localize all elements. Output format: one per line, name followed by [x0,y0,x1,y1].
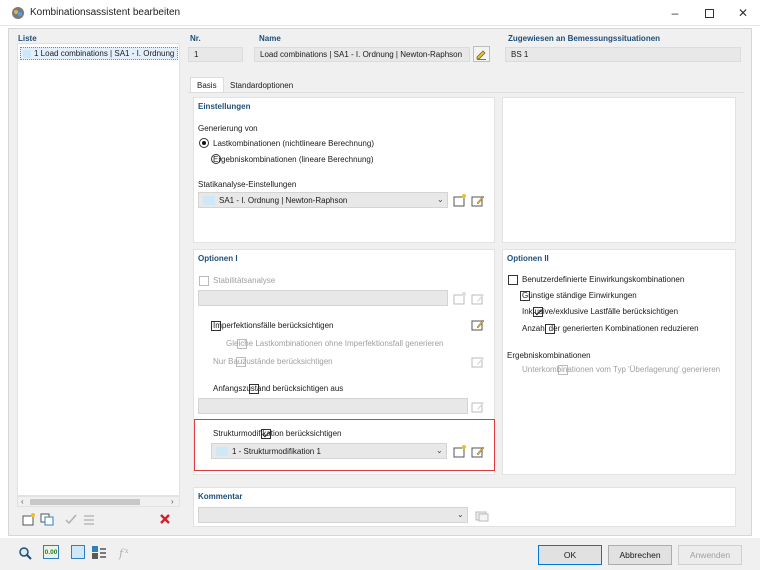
formula-icon: fx [117,544,133,560]
chevron-down-icon: ⌄ [437,195,444,204]
check-items-icon [63,511,79,527]
new-structure-mod-icon[interactable] [452,443,468,459]
svg-text:f: f [118,547,125,560]
edit-name-button[interactable] [473,46,490,62]
apply-button[interactable]: Anwenden [678,545,742,565]
list-item[interactable]: 1 Load combinations | SA1 - I. Ordnung [20,47,178,60]
edit-static-analysis-icon[interactable] [470,192,486,208]
edit-initial-state-icon [470,398,486,414]
name-label: Name [259,34,281,43]
copy-item-icon[interactable] [39,511,55,527]
delete-item-icon[interactable] [157,511,173,527]
initial-state-label: Anfangszustand berücksichtigen aus [213,384,344,393]
window-title: Kombinationsassistent bearbeiten [30,7,181,18]
model-info-icon[interactable] [91,544,107,560]
scrollbar-thumb[interactable] [30,499,140,505]
edit-structure-mod-icon[interactable] [470,443,486,459]
new-item-icon[interactable] [21,511,37,527]
optionen2-panel: Optionen II Benutzerdefinierte Einwirkun… [502,249,736,475]
new-stability-icon [452,290,468,306]
einstellungen-panel: Einstellungen Generierung von Lastkombin… [193,97,495,243]
edit-construction-stages-icon [470,353,486,369]
optionen2-title: Optionen II [507,254,549,263]
tab-divider [188,92,744,93]
decimal-places-value: 0.00 [44,548,58,556]
static-analysis-label: Statikanalyse-Einstellungen [198,180,297,189]
edit-imperfection-icon[interactable] [470,316,486,332]
result-combinations-label: Ergebniskombinationen [507,351,591,360]
static-analysis-value: SA1 - I. Ordnung | Newton-Raphson [219,196,348,205]
new-static-analysis-icon[interactable] [452,192,468,208]
optionen1-title: Optionen I [198,254,238,263]
svg-text:x: x [125,548,129,555]
assigned-field[interactable]: BS 1 [505,47,741,62]
tab-standardoptionen[interactable]: Standardoptionen [224,78,299,93]
initial-state-dropdown [198,398,468,414]
tab-basis[interactable]: Basis [190,77,224,93]
chevron-down-icon: ⌄ [457,510,464,519]
kommentar-panel: Kommentar ⌄ [193,487,736,527]
right-info-panel [502,97,736,243]
chevron-down-icon: ⌄ [436,446,443,455]
radio-load-combinations-label: Lastkombinationen (nichtlineare Berechnu… [213,139,374,148]
name-field[interactable]: Load combinations | SA1 - I. Ordnung | N… [254,47,470,62]
edit-comment-icon [474,507,490,523]
generation-label: Generierung von [198,124,258,133]
search-icon[interactable] [17,545,33,561]
comment-dropdown[interactable]: ⌄ [198,507,468,523]
static-analysis-dropdown[interactable]: SA1 - I. Ordnung | Newton-Raphson ⌄ [198,192,448,208]
optionen1-panel: Optionen I Stabilitätsanalyse Imperfekti… [193,249,495,475]
title-bar: Kombinationsassistent bearbeiten – ✕ [0,0,760,26]
cancel-button[interactable]: Abbrechen [608,545,672,565]
custom-combinations-label: Benutzerdefinierte Einwirkungskombinatio… [522,275,685,284]
stability-dropdown [198,290,448,306]
sub-combinations-label: Unterkombinationen vom Typ 'Überlagerung… [522,365,721,374]
maximize-button[interactable] [692,0,726,26]
structure-mod-label: Strukturmodifikation berücksichtigen [213,429,342,438]
favourable-permanent-label: Günstige ständige Einwirkungen [522,291,637,300]
einstellungen-title: Einstellungen [198,102,251,111]
structure-mod-swatch [216,447,228,456]
structure-mod-dropdown[interactable]: 1 - Strukturmodifikation 1 ⌄ [211,443,447,459]
scroll-left-arrow-icon[interactable]: ‹ [21,497,24,506]
kommentar-title: Kommentar [198,492,243,501]
minimize-button[interactable]: – [658,0,692,26]
stability-label: Stabilitätsanalyse [213,276,276,285]
app-icon [11,6,25,20]
reduce-combinations-label: Anzahl der generierten Kombinationen red… [522,324,699,333]
nr-label: Nr. [190,34,201,43]
list-horizontal-scrollbar[interactable]: ‹ › [17,496,180,507]
stability-checkbox[interactable] [199,276,209,286]
radio-result-combinations-label: Ergebniskombinationen (lineare Berechnun… [213,155,374,164]
static-analysis-swatch [203,196,215,205]
imperfection-label: Imperfektionsfälle berücksichtigen [213,321,334,330]
pencil-icon [476,50,486,60]
list-header: Liste [18,34,37,43]
combination-list[interactable]: 1 Load combinations | SA1 - I. Ordnung [17,43,180,496]
same-lc-label: Gleiche Lastkombinationen ohne Imperfekt… [226,339,444,348]
uncheck-items-icon [81,511,97,527]
ok-button[interactable]: OK [538,545,602,565]
edit-stability-icon [470,290,486,306]
structure-mod-value: 1 - Strukturmodifikation 1 [232,447,321,456]
list-item-label: 1 Load combinations | SA1 - I. Ordnung [34,49,175,58]
custom-combinations-checkbox[interactable] [508,275,518,285]
construction-stages-label: Nur Bauzustände berücksichtigen [213,357,333,366]
color-swatch-button[interactable] [71,545,85,559]
assigned-label: Zugewiesen an Bemessungssituationen [508,34,661,43]
scroll-right-arrow-icon[interactable]: › [171,497,174,506]
list-item-color [23,50,31,58]
radio-load-combinations[interactable] [199,138,209,148]
nr-field[interactable]: 1 [188,47,243,62]
inclusive-exclusive-label: Inklusive/exklusive Lastfälle berücksich… [522,307,679,316]
close-window-button[interactable]: ✕ [726,0,760,26]
decimal-places-button[interactable]: 0.00 [43,545,59,559]
